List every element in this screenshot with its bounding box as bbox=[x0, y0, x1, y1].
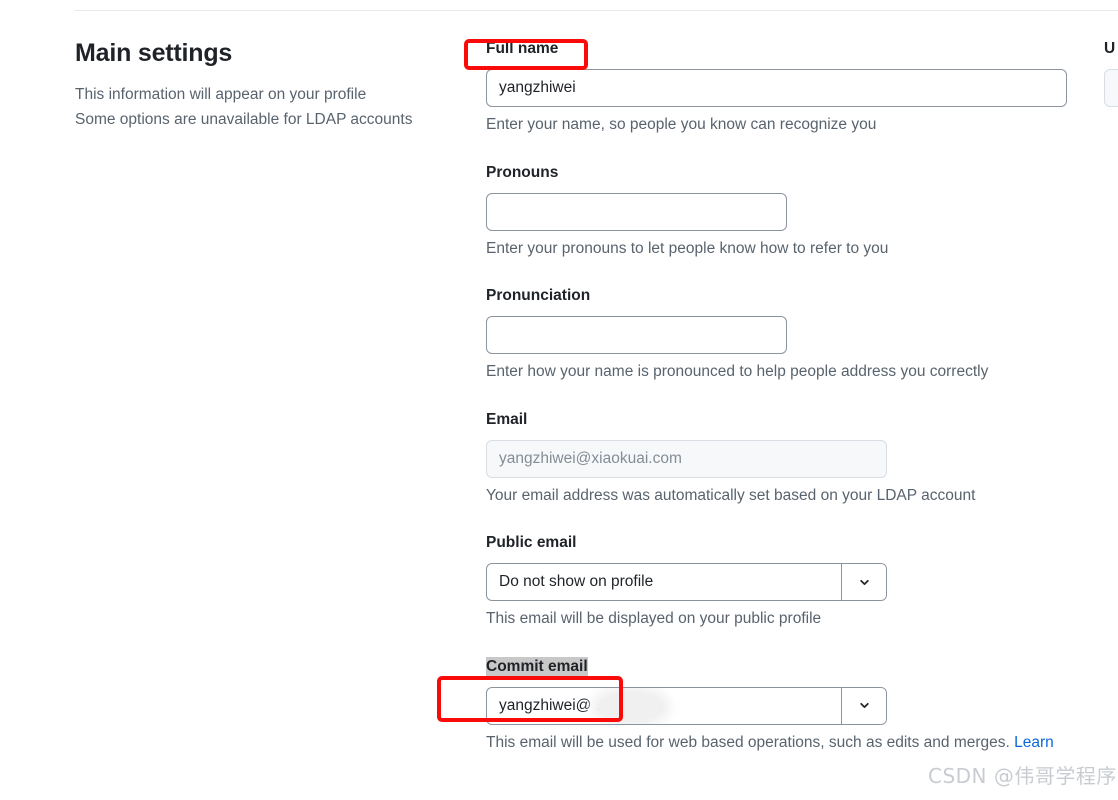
pronunciation-label: Pronunciation bbox=[486, 287, 591, 305]
section-description-line-2: Some options are unavailable for LDAP ac… bbox=[75, 111, 413, 129]
field-public-email: Public email Do not show on profile This… bbox=[486, 533, 1086, 630]
field-full-name: Full name yangzhiwei Enter your name, so… bbox=[486, 39, 1086, 136]
public-email-label: Public email bbox=[486, 534, 577, 552]
chevron-down-icon bbox=[859, 703, 869, 709]
page-title: Main settings bbox=[75, 39, 233, 67]
field-pronouns: Pronouns Enter your pronouns to let peop… bbox=[486, 163, 1086, 260]
top-divider bbox=[75, 10, 1118, 11]
public-email-dropdown-button[interactable] bbox=[841, 564, 886, 601]
pronouns-input[interactable] bbox=[486, 192, 787, 231]
commit-email-learn-link[interactable]: Learn bbox=[1014, 734, 1054, 751]
commit-email-hint-text: This email will be used for web based op… bbox=[486, 733, 1015, 751]
username-column-cutoff: U bbox=[1104, 39, 1118, 107]
commit-email-select[interactable]: yangzhiwei@ .com bbox=[486, 686, 887, 725]
email-input: yangzhiwei@xiaokuai.com bbox=[486, 439, 887, 478]
email-hint: Your email address was automatically set… bbox=[486, 486, 976, 504]
full-name-hint: Enter your name, so people you know can … bbox=[486, 115, 877, 133]
public-email-selected-value: Do not show on profile bbox=[499, 573, 654, 591]
field-commit-email: Commit email yangzhiwei@ .com This email… bbox=[486, 657, 1086, 754]
section-description-line-1: This information will appear on your pro… bbox=[75, 86, 367, 103]
field-pronunciation: Pronunciation Enter how your name is pro… bbox=[486, 286, 1086, 383]
commit-email-label: Commit email bbox=[486, 657, 588, 678]
field-email: Email yangzhiwei@xiaokuai.com Your email… bbox=[486, 410, 1086, 507]
full-name-label: Full name bbox=[486, 40, 559, 57]
settings-form: Full name yangzhiwei Enter your name, so… bbox=[486, 39, 1086, 754]
pronunciation-input[interactable] bbox=[486, 316, 787, 355]
username-input[interactable] bbox=[1104, 68, 1118, 107]
pronouns-hint: Enter your pronouns to let people know h… bbox=[486, 239, 889, 257]
commit-email-hint: This email will be used for web based op… bbox=[486, 732, 1086, 754]
pronunciation-hint: Enter how your name is pronounced to hel… bbox=[486, 363, 989, 381]
chevron-down-icon bbox=[859, 579, 869, 585]
commit-email-dropdown-button[interactable] bbox=[841, 687, 886, 724]
full-name-input[interactable]: yangzhiwei bbox=[486, 68, 1067, 107]
commit-email-selected-value: yangzhiwei@ .com bbox=[499, 696, 630, 714]
public-email-hint: This email will be displayed on your pub… bbox=[486, 610, 822, 628]
email-label: Email bbox=[486, 410, 528, 428]
username-label: U bbox=[1104, 40, 1116, 57]
csdn-watermark: CSDN @伟哥学程序 bbox=[928, 764, 1117, 788]
public-email-select[interactable]: Do not show on profile bbox=[486, 563, 887, 602]
main-settings-description-column: Main settings This information will appe… bbox=[75, 38, 455, 132]
pronouns-label: Pronouns bbox=[486, 163, 559, 181]
